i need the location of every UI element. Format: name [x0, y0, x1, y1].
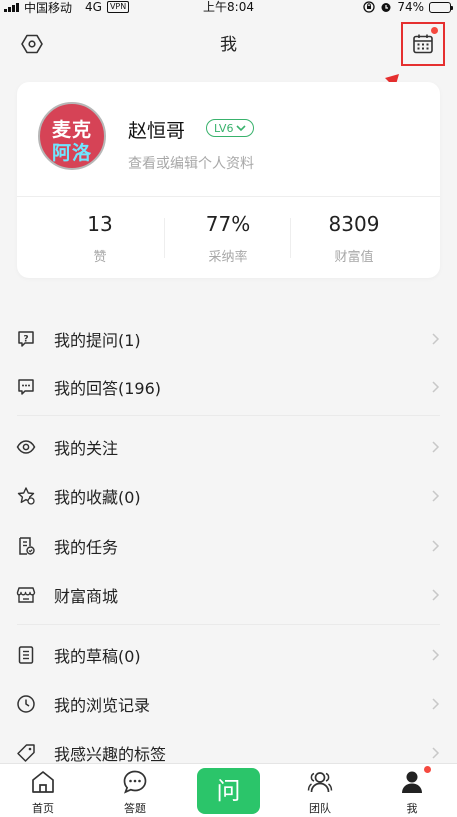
- menu-item-my-follows[interactable]: 我的关注: [0, 422, 457, 471]
- stat-label: 赞: [93, 250, 107, 265]
- chevron-right-icon: [432, 489, 440, 502]
- ask-button[interactable]: 问: [197, 768, 260, 814]
- stat-label: 财富值: [334, 250, 374, 265]
- calendar-button[interactable]: [401, 22, 445, 66]
- battery-icon: [429, 1, 453, 13]
- tab-label: 团队: [309, 802, 331, 815]
- chevron-right-icon: [432, 648, 440, 661]
- chevron-right-icon: [432, 440, 440, 453]
- tag-icon: [17, 743, 35, 762]
- menu-divider: [17, 415, 440, 416]
- menu-label: 我的任务: [54, 537, 119, 557]
- card-divider: [17, 196, 440, 197]
- chevron-right-icon: [432, 697, 440, 710]
- menu-label: 我的草稿(0): [54, 646, 141, 666]
- chevron-right-icon: [432, 539, 440, 552]
- tab-label: 答题: [124, 802, 146, 815]
- status-bar: 中国移动 4G VPN 上午8:04 74%: [0, 0, 457, 15]
- menu-item-my-drafts[interactable]: 我的草稿(0): [0, 630, 457, 679]
- page-header: 我: [0, 14, 457, 112]
- level-label: LV6: [214, 121, 234, 135]
- clock-icon: [17, 694, 35, 713]
- tab-label: 首页: [32, 802, 54, 815]
- calendar-icon: [413, 34, 433, 54]
- chevron-right-icon: [432, 380, 440, 393]
- chevron-right-icon: [432, 746, 440, 759]
- draft-doc-icon: [18, 645, 34, 664]
- status-right: 74%: [363, 0, 453, 14]
- store-icon: [16, 586, 36, 603]
- tab-team[interactable]: 团队: [290, 764, 350, 817]
- tab-me[interactable]: 我: [382, 764, 442, 817]
- profile-card[interactable]: 麦克 阿洛 赵恒哥 LV6 查看或编辑个人资料 13 赞 77% 采纳率 830…: [17, 82, 440, 278]
- menu-label: 我的提问(1): [54, 330, 141, 350]
- answer-bubble-icon: [18, 378, 34, 395]
- stat-value: 77%: [205, 212, 251, 236]
- menu-label: 我的浏览记录: [54, 695, 151, 715]
- calendar-notification-dot: [431, 27, 438, 34]
- profile-edit-link[interactable]: 查看或编辑个人资料: [128, 153, 254, 173]
- chevron-down-icon: [236, 124, 247, 131]
- stat-value: 13: [87, 212, 113, 236]
- stat-likes[interactable]: 13 赞: [30, 212, 170, 265]
- level-badge[interactable]: LV6: [206, 119, 255, 137]
- battery-percent: 74%: [397, 0, 424, 14]
- avatar-text-line2: 阿洛: [51, 142, 92, 164]
- star-icon: [17, 486, 35, 505]
- stat-acceptance-rate[interactable]: 77% 采纳率: [158, 212, 298, 265]
- menu-item-my-answers[interactable]: 我的回答(196): [0, 362, 457, 411]
- eye-icon: [16, 439, 36, 454]
- page-title: 我: [220, 35, 237, 55]
- person-icon: [402, 771, 422, 793]
- svg-text:?: ?: [23, 334, 28, 344]
- menu-label: 我的回答(196): [54, 378, 162, 398]
- username: 赵恒哥: [128, 120, 186, 142]
- menu-item-my-favorites[interactable]: 我的收藏(0): [0, 471, 457, 520]
- menu-label: 我感兴趣的标签: [54, 744, 167, 764]
- chevron-right-icon: [432, 588, 440, 601]
- menu-item-browse-history[interactable]: 我的浏览记录: [0, 679, 457, 728]
- menu-label: 财富商城: [54, 586, 119, 606]
- question-bubble-icon: ?: [18, 330, 34, 347]
- menu-label: 我的收藏(0): [54, 487, 141, 507]
- stat-label: 采纳率: [208, 250, 248, 265]
- menu-item-my-tasks[interactable]: 我的任务: [0, 521, 457, 570]
- chevron-right-icon: [432, 332, 440, 345]
- menu-divider: [17, 624, 440, 625]
- tab-me-notification-dot: [424, 766, 431, 773]
- menu-label: 我的关注: [54, 438, 119, 458]
- menu-item-my-questions[interactable]: ? 我的提问(1): [0, 314, 457, 363]
- stat-wealth[interactable]: 8309 财富值: [284, 212, 424, 265]
- tab-home[interactable]: 首页: [13, 764, 73, 817]
- avatar[interactable]: 麦克 阿洛: [38, 102, 106, 170]
- home-icon: [32, 771, 54, 793]
- task-doc-icon: [19, 536, 35, 555]
- tab-answer[interactable]: 答题: [105, 764, 165, 817]
- tab-label: 我: [406, 802, 418, 815]
- alarm-icon: [381, 3, 391, 12]
- bottom-tab-bar: 首页 答题 问 团队 我: [0, 763, 457, 817]
- team-icon: [307, 772, 333, 793]
- stat-value: 8309: [328, 212, 380, 236]
- orientation-lock-icon: [363, 1, 375, 13]
- answer-chat-icon: [123, 770, 147, 794]
- menu-item-wealth-store[interactable]: 财富商城: [0, 570, 457, 619]
